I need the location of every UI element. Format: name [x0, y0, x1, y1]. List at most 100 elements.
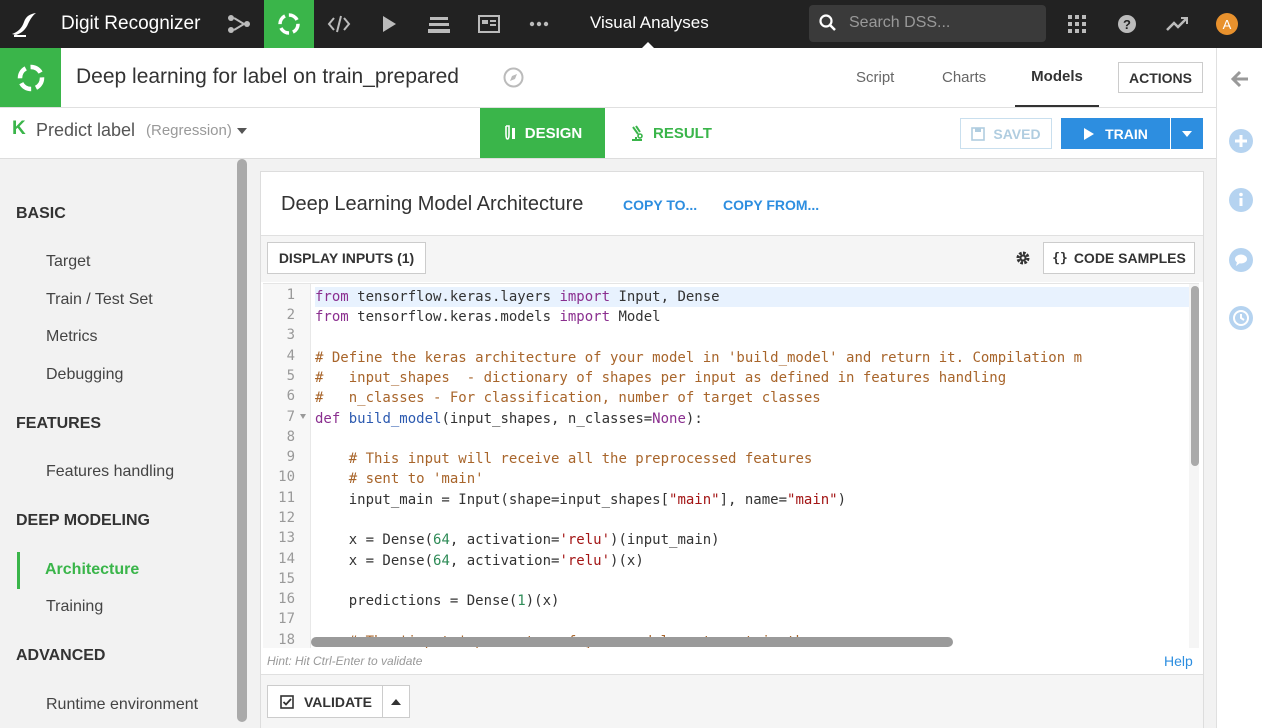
result-microscope-icon — [632, 125, 643, 141]
code-icon[interactable] — [314, 0, 364, 48]
keras-icon: K — [12, 118, 26, 139]
flow-icon[interactable] — [214, 0, 264, 48]
line-number: 16 — [278, 591, 295, 607]
line-number: 9 — [286, 449, 295, 465]
saved-button[interactable]: SAVED — [960, 118, 1052, 149]
run-icon[interactable] — [364, 0, 414, 48]
sidebar-item-training[interactable]: Training — [46, 598, 103, 616]
fold-arrow-icon[interactable] — [300, 414, 306, 419]
editor-vertical-scrollbar-thumb[interactable] — [1191, 286, 1199, 466]
line-number: 4 — [286, 348, 295, 364]
code-samples-label: CODE SAMPLES — [1073, 250, 1186, 266]
line-number: 1 — [286, 287, 295, 303]
help-link[interactable]: Help — [1164, 653, 1193, 669]
train-dropdown-button[interactable] — [1171, 118, 1203, 149]
line-number: 18 — [278, 632, 295, 648]
sidebar-item-runtime-environment[interactable]: Runtime environment — [46, 696, 198, 714]
save-disk-icon — [971, 126, 986, 141]
braces-icon: {} — [1052, 250, 1068, 266]
model-subheader: K Predict label (Regression) DESIGN RESU… — [0, 108, 1216, 159]
line-number: 2 — [286, 307, 295, 323]
editor-vertical-scrollbar[interactable] — [1189, 284, 1199, 648]
top-navbar: Digit Recognizer Visual Analyses ? A — [0, 0, 1262, 48]
sidebar-item-metrics[interactable]: Metrics — [46, 328, 98, 346]
validate-button[interactable]: VALIDATE — [267, 685, 383, 718]
sidebar-scrollbar-thumb[interactable] — [237, 159, 247, 722]
code-content[interactable]: from tensorflow.keras.layers import Inpu… — [315, 284, 1195, 648]
code-line: from tensorflow.keras.layers import Inpu… — [315, 289, 720, 305]
code-line: def build_model(input_shapes, n_classes=… — [315, 411, 703, 427]
chevron-down-icon — [1182, 130, 1192, 137]
user-menu[interactable]: A — [1202, 0, 1252, 48]
task-type-label[interactable]: (Regression) — [146, 122, 232, 139]
history-clock-icon[interactable] — [1228, 305, 1254, 331]
validate-dropdown-button[interactable] — [382, 685, 410, 718]
editor-hint: Hint: Hit Ctrl-Enter to validate — [267, 654, 423, 668]
add-circle-icon[interactable] — [1228, 128, 1254, 154]
line-number: 12 — [278, 510, 295, 526]
search-input[interactable] — [849, 13, 1039, 33]
design-flask-icon — [504, 125, 515, 140]
code-line: # n_classes - For classification, number… — [315, 390, 821, 406]
panel-title: Deep Learning Model Architecture — [281, 193, 584, 215]
actions-button[interactable]: ACTIONS — [1118, 62, 1203, 93]
line-number: 10 — [278, 469, 295, 485]
lab-icon[interactable] — [264, 0, 314, 48]
predict-label-title[interactable]: Predict label — [36, 120, 135, 141]
editor-horizontal-scrollbar-thumb[interactable] — [311, 637, 953, 647]
play-icon — [1084, 127, 1095, 140]
sidebar-item-train-test-set[interactable]: Train / Test Set — [46, 291, 153, 309]
dashboard-icon[interactable] — [464, 0, 514, 48]
sidebar-item-architecture[interactable]: Architecture — [45, 561, 139, 579]
sidebar-section-advanced: ADVANCED — [16, 647, 106, 664]
section-label[interactable]: Visual Analyses — [590, 13, 709, 33]
copy-to-link[interactable]: COPY TO... — [623, 197, 697, 213]
trend-icon[interactable] — [1152, 0, 1202, 48]
search-icon — [819, 14, 837, 37]
dataiku-logo-icon[interactable] — [8, 8, 40, 40]
editor-horizontal-scrollbar[interactable] — [311, 635, 1189, 648]
page-title: Deep learning for label on train_prepare… — [76, 65, 459, 88]
tab-models[interactable]: Models — [1015, 48, 1099, 107]
jobs-icon[interactable] — [414, 0, 464, 48]
result-tab[interactable]: RESULT — [627, 108, 727, 158]
tab-charts[interactable]: Charts — [942, 48, 986, 107]
project-name[interactable]: Digit Recognizer — [61, 13, 200, 35]
back-arrow-icon[interactable] — [1228, 66, 1254, 92]
code-editor[interactable]: 1 2 3 4 5 6 7 8 9 10 11 12 13 14 15 16 1… — [263, 283, 1199, 648]
tab-script[interactable]: Script — [856, 48, 894, 107]
architecture-panel: Deep Learning Model Architecture COPY TO… — [260, 171, 1204, 728]
sidebar-item-target[interactable]: Target — [46, 253, 90, 271]
chevron-down-icon[interactable] — [237, 128, 247, 134]
compass-icon[interactable] — [503, 67, 524, 93]
code-samples-button[interactable]: {} CODE SAMPLES — [1043, 242, 1195, 274]
train-button[interactable]: TRAIN — [1061, 118, 1170, 149]
line-number: 3 — [286, 327, 295, 343]
lab-logo-icon — [0, 48, 61, 107]
saved-label: SAVED — [993, 125, 1041, 142]
line-number: 17 — [278, 611, 295, 627]
info-icon[interactable] — [1228, 187, 1254, 213]
sidebar-section-basic: BASIC — [16, 205, 66, 222]
copy-from-link[interactable]: COPY FROM... — [723, 197, 819, 213]
chevron-up-icon — [391, 698, 401, 705]
help-icon[interactable]: ? — [1102, 0, 1152, 48]
apps-grid-icon[interactable] — [1052, 0, 1102, 48]
design-tab[interactable]: DESIGN — [480, 108, 605, 158]
sidebar-item-debugging[interactable]: Debugging — [46, 366, 123, 384]
discussion-icon[interactable] — [1228, 247, 1254, 273]
code-line: predictions = Dense(1)(x) — [315, 593, 560, 609]
search-box[interactable] — [809, 5, 1046, 42]
design-tab-label: DESIGN — [524, 124, 583, 142]
sidebar-scrollbar[interactable] — [236, 159, 248, 728]
gear-icon[interactable] — [1015, 250, 1031, 271]
display-inputs-button[interactable]: DISPLAY INPUTS (1) — [267, 242, 426, 274]
line-number: 7 — [286, 409, 295, 425]
line-number: 15 — [278, 571, 295, 587]
code-line: from tensorflow.keras.models import Mode… — [315, 309, 661, 325]
code-line: # This input will receive all the prepro… — [348, 451, 813, 467]
line-number: 13 — [278, 530, 295, 546]
sidebar-section-deep-modeling: DEEP MODELING — [16, 512, 150, 529]
more-icon[interactable] — [514, 0, 564, 48]
sidebar-item-features-handling[interactable]: Features handling — [46, 463, 174, 481]
